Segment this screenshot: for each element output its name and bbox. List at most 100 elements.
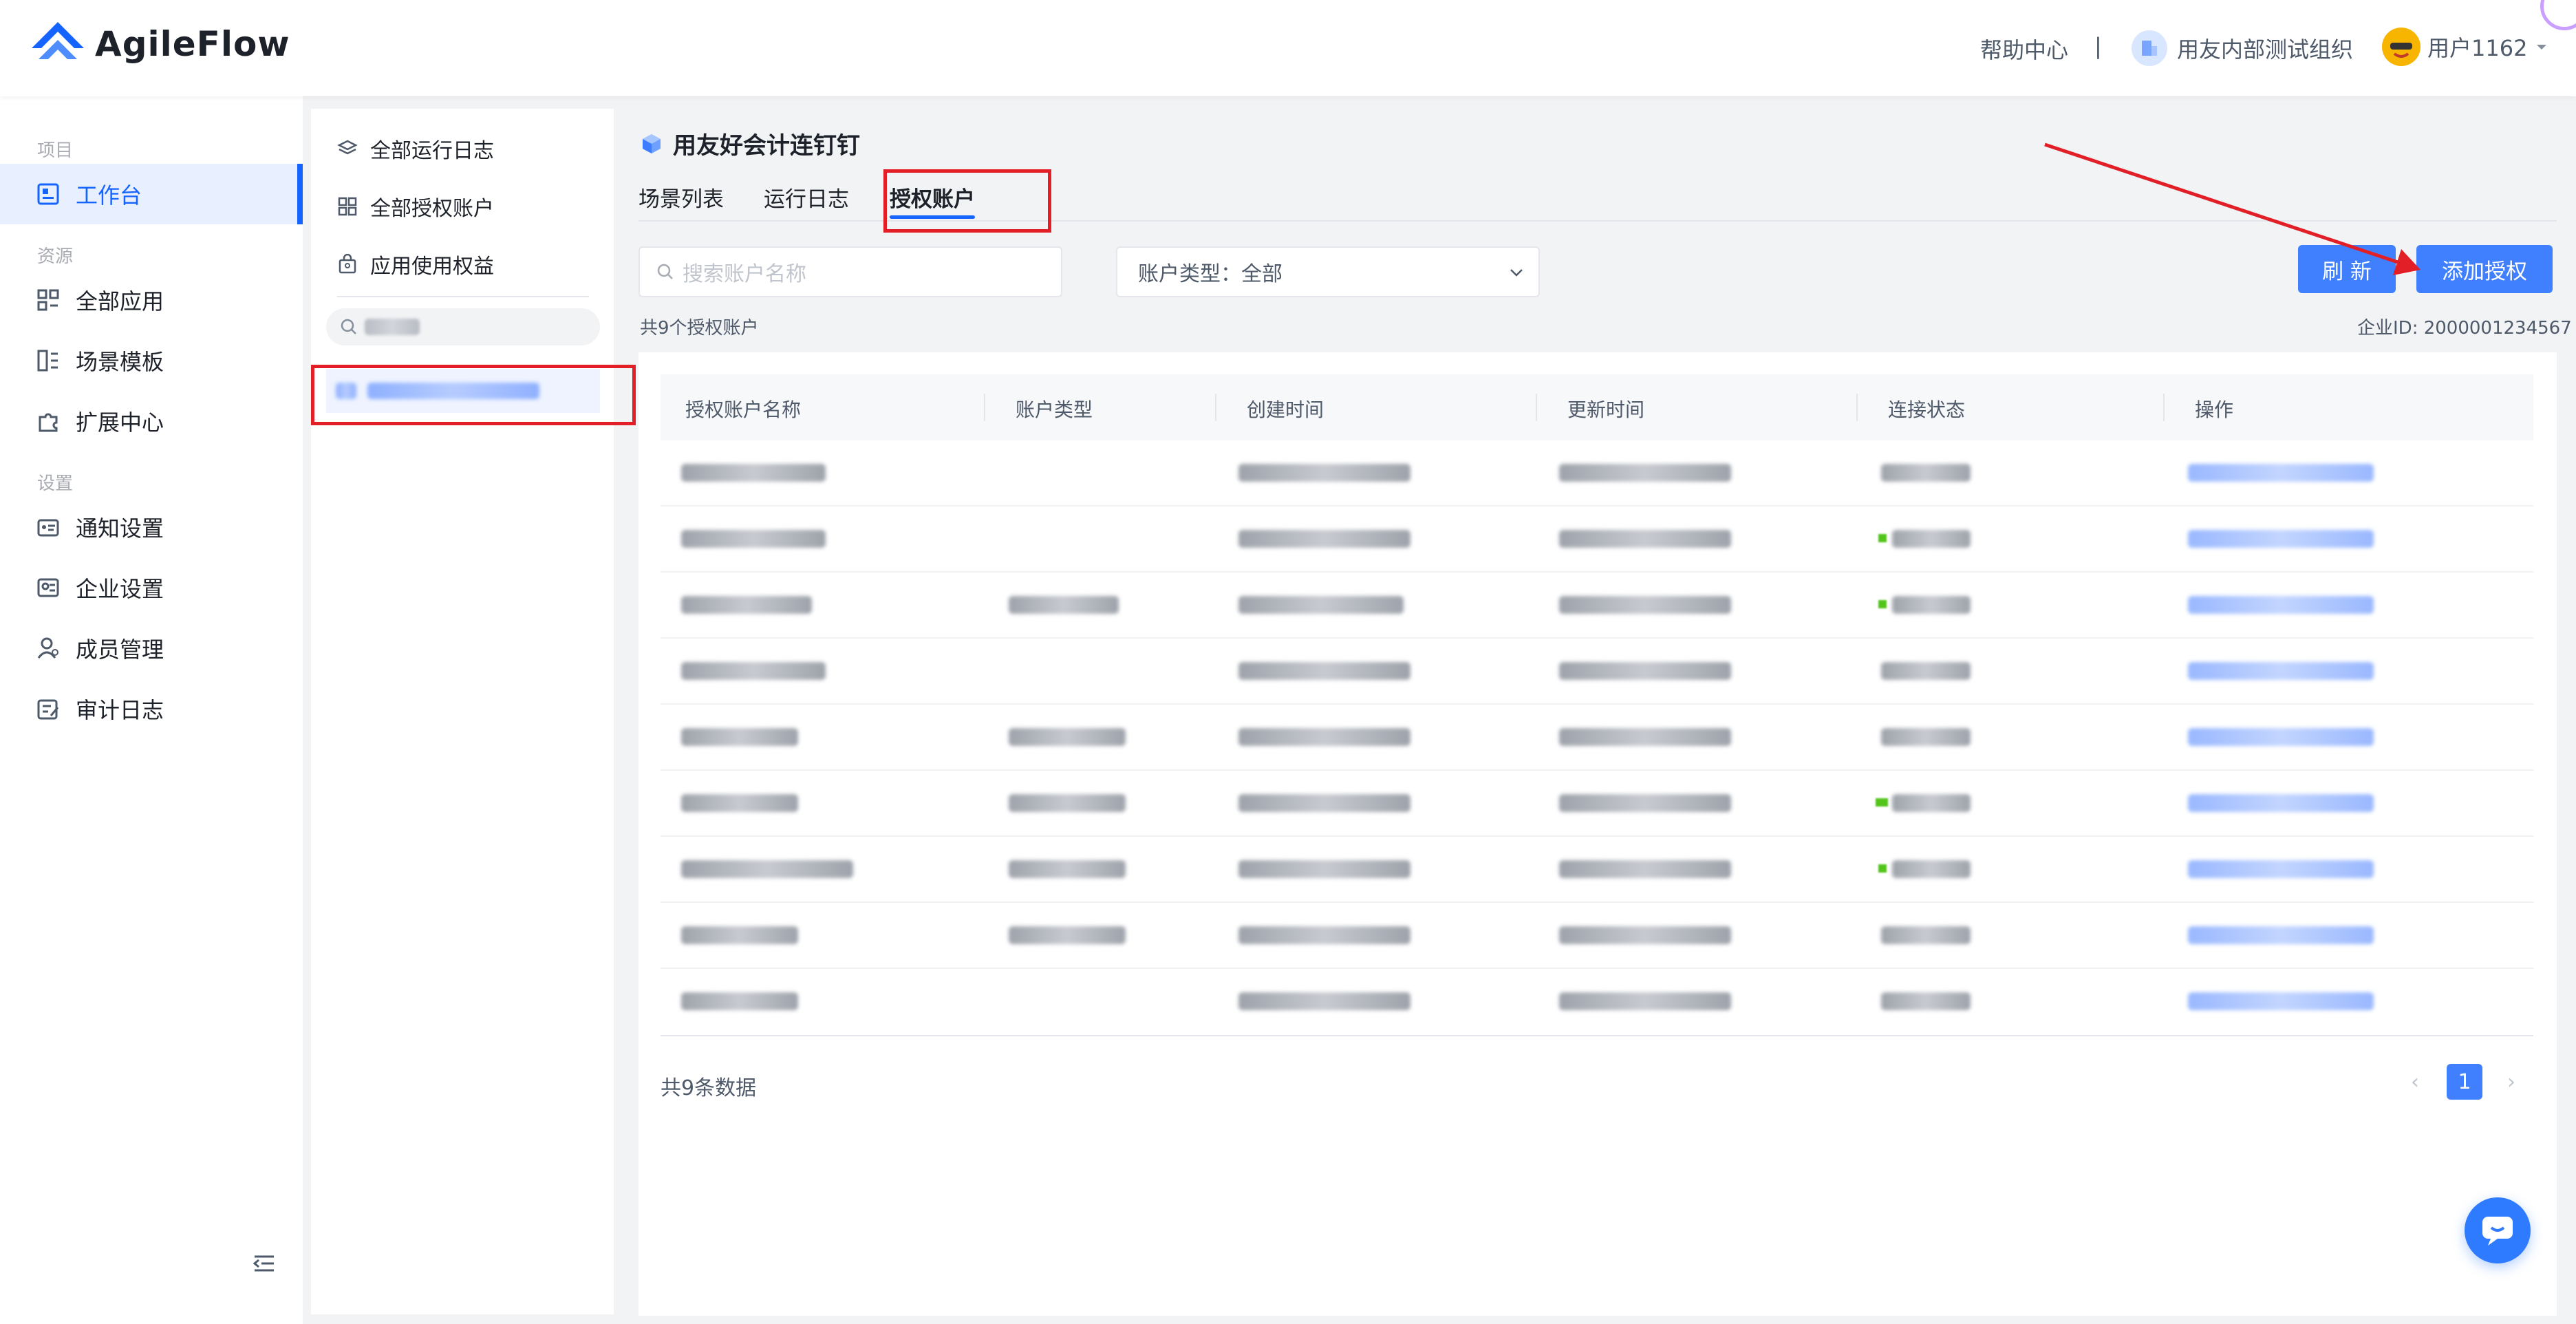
- redacted-cell: [1238, 860, 1410, 878]
- sidebar-item-label: 企业设置: [76, 576, 164, 602]
- column-header: 更新时间: [1567, 398, 1645, 421]
- corner-badge-icon: [2540, 0, 2576, 30]
- chat-support-button[interactable]: [2465, 1197, 2531, 1263]
- redacted-cell: [1559, 662, 1731, 680]
- dashboard-icon: [37, 183, 59, 205]
- bag-icon: [339, 254, 356, 274]
- panel-item-label: 全部授权账户: [370, 197, 494, 221]
- table-row: [661, 506, 2533, 573]
- sidebar-group-settings: 设置: [37, 473, 74, 494]
- sidebar-item-all-apps[interactable]: 全部应用: [0, 270, 303, 330]
- column-divider: [1536, 394, 1537, 421]
- redacted-cell: [681, 794, 798, 812]
- redacted-action-links[interactable]: [2188, 992, 2374, 1010]
- redacted-action-links[interactable]: [2188, 596, 2374, 614]
- enterprise-icon: [37, 578, 59, 597]
- sidebar-item-label: 审计日志: [76, 697, 164, 723]
- redacted-cell: [681, 926, 798, 944]
- redacted-cell: [1881, 926, 1971, 944]
- sidebar-item-scene-templates[interactable]: 场景模板: [0, 330, 303, 391]
- top-bar: AgileFlow 帮助中心 | 用友内部测试组织 用户1162: [0, 0, 2576, 96]
- redacted-cell: [681, 464, 826, 482]
- prev-page-button[interactable]: ‹: [2401, 1064, 2429, 1100]
- panel-item-all-run-logs[interactable]: 全部运行日志: [337, 134, 494, 164]
- redacted-cell: [1238, 530, 1410, 548]
- sidebar-item-label: 通知设置: [76, 515, 164, 542]
- table-row: [661, 639, 2533, 705]
- avatar: [2382, 28, 2421, 66]
- redacted-action-links[interactable]: [2188, 662, 2374, 680]
- cube-icon: [643, 134, 661, 153]
- redacted-cell: [1559, 464, 1731, 482]
- redacted-cell: [1881, 992, 1971, 1010]
- caret-down-icon: [2537, 45, 2547, 50]
- redacted-cell: [1238, 662, 1410, 680]
- sidebar-item-label: 成员管理: [76, 637, 164, 663]
- redacted-cell: [1559, 860, 1731, 878]
- sidebar-item-workbench[interactable]: 工作台: [0, 164, 303, 224]
- redacted-cell: [1559, 992, 1731, 1010]
- grid-icon: [338, 197, 357, 216]
- column-divider: [1856, 394, 1858, 421]
- redacted-cell: [1238, 596, 1404, 614]
- table-row: [661, 969, 2533, 1035]
- user-menu[interactable]: 用户1162: [2382, 28, 2549, 66]
- search-icon: [341, 319, 356, 334]
- panel-item-all-auth-accounts[interactable]: 全部授权账户: [337, 191, 494, 222]
- total-count: 共9条数据: [661, 1076, 757, 1100]
- redacted-action-links[interactable]: [2188, 860, 2374, 878]
- redacted-cell: [1892, 530, 1971, 548]
- search-placeholder: 搜索账户名称: [683, 262, 806, 286]
- add-authorization-button[interactable]: 添加授权: [2416, 245, 2553, 293]
- sidebar-item-notification-settings[interactable]: 通知设置: [0, 497, 303, 557]
- secondary-panel: 全部运行日志 全部授权账户 应用使用权益: [311, 109, 614, 1314]
- sidebar-item-extensions[interactable]: 扩展中心: [0, 391, 303, 451]
- redacted-action-links[interactable]: [2188, 530, 2374, 548]
- page-number-button[interactable]: 1: [2447, 1064, 2482, 1100]
- panel-search-input[interactable]: [326, 308, 600, 345]
- table-row: [661, 771, 2533, 837]
- help-center-link[interactable]: 帮助中心: [1980, 33, 2068, 65]
- redacted-cell: [1892, 860, 1971, 878]
- redacted-cell: [1559, 530, 1731, 548]
- notification-icon: [37, 519, 59, 537]
- redacted-cell: [681, 596, 812, 614]
- redacted-action-links[interactable]: [2188, 728, 2374, 746]
- redacted-action-links[interactable]: [2188, 926, 2374, 944]
- table-row: [661, 705, 2533, 771]
- top-separator: |: [2094, 33, 2102, 59]
- refresh-button[interactable]: 刷 新: [2298, 245, 2396, 293]
- tab-scene-list[interactable]: 场景列表: [638, 182, 724, 213]
- redacted-action-links[interactable]: [2188, 794, 2374, 812]
- redacted-cell: [1238, 794, 1410, 812]
- panel-item-label: 全部运行日志: [370, 139, 494, 163]
- sidebar-item-audit-log[interactable]: 审计日志: [0, 679, 303, 739]
- search-icon: [657, 264, 673, 279]
- sidebar: 项目 工作台 资源 全部应用 场景模板 扩展中心 设置 通知设置 企业设置 成员…: [0, 96, 303, 1324]
- account-search-input[interactable]: 搜索账户名称: [638, 246, 1062, 297]
- sidebar-item-enterprise-settings[interactable]: 企业设置: [0, 557, 303, 618]
- org-switcher[interactable]: 用友内部测试组织: [2132, 30, 2353, 66]
- redacted-action-links[interactable]: [2188, 464, 2374, 482]
- table-header: 授权账户名称 账户类型 创建时间 更新时间 连接状态 操作: [661, 374, 2533, 440]
- building-icon: [2132, 30, 2167, 66]
- redacted-cell: [1009, 794, 1126, 812]
- panel-item-app-entitlements[interactable]: 应用使用权益: [337, 249, 494, 279]
- app-name: AgileFlow: [95, 24, 290, 64]
- sidebar-item-member-management[interactable]: 成员管理: [0, 618, 303, 679]
- redacted-cell: [1892, 794, 1971, 812]
- template-icon: [37, 350, 58, 372]
- puzzle-icon: [39, 413, 58, 432]
- account-count: 共9个授权账户: [640, 318, 759, 339]
- tab-run-logs[interactable]: 运行日志: [764, 182, 849, 213]
- next-page-button[interactable]: ›: [2498, 1064, 2525, 1100]
- redacted-cell: [1881, 728, 1971, 746]
- column-header: 授权账户名称: [685, 398, 802, 421]
- logo[interactable]: AgileFlow: [29, 17, 290, 72]
- table-row: [661, 903, 2533, 969]
- redacted-cell: [681, 662, 826, 680]
- account-type-select[interactable]: 账户类型：全部: [1116, 246, 1540, 297]
- collapse-sidebar-icon[interactable]: [252, 1251, 277, 1276]
- redacted-cell: [1009, 728, 1126, 746]
- redacted-cell: [1009, 860, 1126, 878]
